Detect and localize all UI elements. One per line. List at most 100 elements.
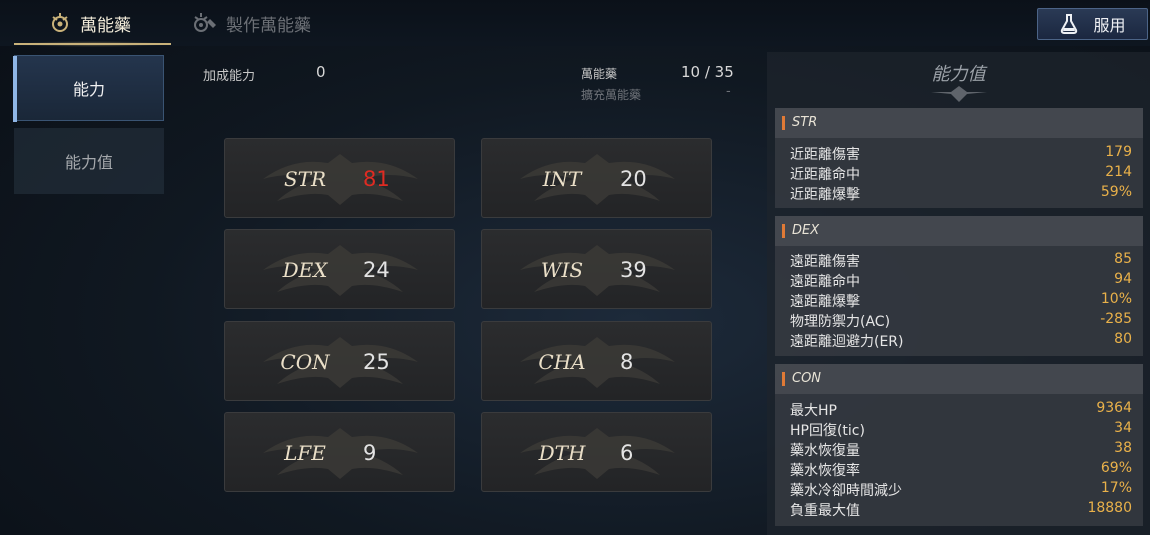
stat-row-label: 近距離命中 [790,167,860,183]
stat-row-value: 17% [1100,480,1132,496]
stat-row: 近距離爆擊 59% [790,184,1132,204]
stat-row-value: 18880 [1087,500,1132,516]
potion-flask-icon [1059,13,1079,35]
stat-value: 39 [620,258,647,282]
tab-craft-elixir[interactable]: 製作萬能藥 [192,8,311,38]
stat-name: CHA [538,350,586,374]
stat-card-con[interactable]: CON 25 [224,321,455,401]
stat-name: DEX [282,258,328,282]
tab-elixir[interactable]: 萬能藥 [48,8,131,38]
nav-item-ability-label: 能力 [72,80,105,99]
stat-value: 8 [620,350,634,374]
section-accent-bar [782,224,785,238]
stat-section-con: CON 最大HP 9364 HP回復(tic) 34 藥水恢復量 38 藥水恢復… [775,364,1143,526]
stat-row-value: 10% [1100,291,1132,307]
section-header: DEX [775,216,1143,246]
elixir-count-label: 萬能藥 [581,67,618,81]
stat-row-value: -285 [1100,311,1132,327]
stat-row: 近距離命中 214 [790,164,1132,184]
stat-value: 6 [620,441,634,465]
stat-row: 藥水冷卻時間減少 17% [790,480,1132,500]
elixir-crest-icon [48,11,72,35]
stat-row-value: 9364 [1096,400,1132,416]
bonus-ability-value: 0 [316,63,326,81]
stat-row-label: 最大HP [790,403,837,419]
panel-title: 能力值 [931,64,986,85]
section-name: STR [792,115,818,130]
section-name: DEX [792,223,820,238]
top-bar [0,0,1150,46]
stat-card-dth[interactable]: DTH 6 [481,412,712,492]
stat-row-value: 179 [1105,144,1132,160]
stat-value: 25 [363,350,390,374]
stat-row-label: 藥水恢復率 [790,463,860,479]
nav-item-ability-values[interactable]: 能力值 [14,128,164,194]
stat-row-value: 214 [1105,164,1132,180]
elixir-count-value: 10 / 35 [681,63,734,81]
stat-row: 藥水恢復量 38 [790,440,1132,460]
stat-value: 24 [363,258,390,282]
use-button-label: 服用 [1093,16,1126,35]
stat-row-label: 遠距離迴避力(ER) [790,334,904,350]
use-button[interactable]: 服用 [1037,8,1148,40]
stat-row: 遠距離爆擊 10% [790,291,1132,311]
stat-card-cha[interactable]: CHA 8 [481,321,712,401]
stat-name: LFE [284,441,326,465]
nav-item-ability-values-label: 能力值 [64,153,113,172]
tab-elixir-label: 萬能藥 [80,15,131,36]
stat-card-wis[interactable]: WIS 39 [481,229,712,309]
stat-row-value: 80 [1114,331,1132,347]
stat-row-label: 近距離爆擊 [790,187,860,203]
stat-name: WIS [540,258,584,282]
stat-row-label: 遠距離傷害 [790,254,860,270]
expand-elixir-value: - [726,84,731,99]
stat-row-label: 近距離傷害 [790,147,860,163]
stat-row-value: 38 [1114,440,1132,456]
stat-card-str[interactable]: STR 81 [224,138,455,218]
tab-craft-elixir-label: 製作萬能藥 [226,15,311,36]
section-header: CON [775,364,1143,394]
nav-item-ability[interactable]: 能力 [13,55,164,122]
stat-row-label: 遠距離爆擊 [790,294,860,310]
stat-name: CON [280,350,330,374]
stat-section-dex: DEX 遠距離傷害 85 遠距離命中 94 遠距離爆擊 10% 物理防禦力(AC… [775,216,1143,356]
bonus-ability-label: 加成能力 [203,69,256,84]
stat-row-value: 34 [1114,420,1132,436]
section-accent-bar [782,116,785,130]
stat-row: 遠距離傷害 85 [790,251,1132,271]
tab-active-underline [14,43,171,45]
stat-row-label: 遠距離命中 [790,274,860,290]
stat-row: 遠距離迴避力(ER) 80 [790,331,1132,351]
stat-row-label: 藥水恢復量 [790,443,860,459]
stat-value: 9 [363,441,377,465]
stat-card-dex[interactable]: DEX 24 [224,229,455,309]
stat-card-lfe[interactable]: LFE 9 [224,412,455,492]
stat-value: 81 [363,167,390,191]
expand-elixir-label: 擴充萬能藥 [581,88,642,102]
stat-row-label: 負重最大值 [790,503,860,519]
stat-row-label: 物理防禦力(AC) [790,314,891,330]
stat-row-label: HP回復(tic) [790,423,865,439]
stat-card-int[interactable]: INT 20 [481,138,712,218]
stat-row-value: 85 [1114,251,1132,267]
stat-row: 遠距離命中 94 [790,271,1132,291]
stat-name: STR [283,167,327,191]
stat-row: 最大HP 9364 [790,400,1132,420]
stat-row: 負重最大值 18880 [790,500,1132,520]
stat-section-str: STR 近距離傷害 179 近距離命中 214 近距離爆擊 59% [775,108,1143,208]
stat-value: 20 [620,167,647,191]
stat-row-value: 59% [1100,184,1132,200]
stat-name: DTH [538,441,586,465]
stat-row-value: 69% [1100,460,1132,476]
stat-row-label: 藥水冷卻時間減少 [790,483,902,499]
stat-name: INT [542,167,582,191]
stat-row: HP回復(tic) 34 [790,420,1132,440]
section-name: CON [792,371,822,386]
title-ornament-icon [931,86,987,102]
stat-row: 藥水恢復率 69% [790,460,1132,480]
stat-row-value: 94 [1114,271,1132,287]
section-header: STR [775,108,1143,138]
stat-row: 近距離傷害 179 [790,144,1132,164]
crafting-crest-icon [192,11,218,35]
stat-row: 物理防禦力(AC) -285 [790,311,1132,331]
